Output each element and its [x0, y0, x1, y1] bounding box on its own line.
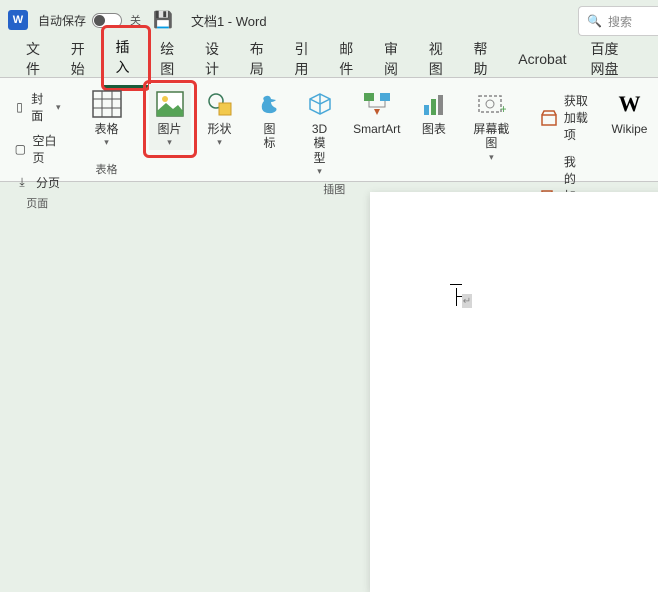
chart-button[interactable]: 图表 [413, 84, 455, 138]
chevron-down-icon: ▾ [317, 166, 322, 177]
chevron-down-icon: ▾ [167, 137, 172, 148]
cover-page-button[interactable]: ▯ 封面 ▾ [10, 88, 65, 126]
picture-icon [154, 88, 186, 120]
chevron-down-icon: ▾ [56, 102, 61, 113]
ribbon: ▯ 封面 ▾ ▢ 空白页 ⤓ 分页 页面 [0, 78, 658, 182]
smartart-button[interactable]: SmartArt [349, 84, 405, 138]
shapes-button[interactable]: 形状 ▾ [199, 84, 241, 150]
screenshot-button[interactable]: + 屏幕截图 ▾ [463, 84, 520, 165]
search-icon: 🔍 [587, 14, 602, 28]
group-addins: 获取加载项 我的加载项 ▾ W Wikipe 加载项 [530, 78, 658, 181]
group-illustrations: 图片 ▾ 形状 ▾ 图 标 3D 模 型 ▾ [139, 78, 530, 181]
autosave-toggle[interactable]: 自动保存 关 [38, 12, 141, 29]
group-pages: ▯ 封面 ▾ ▢ 空白页 ⤓ 分页 页面 [0, 78, 75, 181]
text-cursor [456, 288, 457, 306]
smartart-icon [361, 88, 393, 120]
wikipedia-button[interactable]: W Wikipe [608, 84, 650, 138]
svg-text:+: + [500, 102, 506, 116]
screenshot-icon: + [475, 88, 507, 120]
wikipedia-icon: W [613, 88, 645, 120]
chevron-down-icon: ▾ [489, 152, 494, 163]
chevron-down-icon: ▾ [104, 137, 109, 148]
ribbon-tabs: 文件开始插入绘图设计布局引用邮件审阅视图帮助Acrobat百度网盘 [0, 40, 658, 78]
cube-icon [304, 88, 336, 120]
blank-page-icon: ▢ [14, 141, 26, 157]
document-title: 文档1 - Word [191, 11, 267, 30]
group-label: 表格 [96, 161, 118, 177]
toggle-switch-icon [92, 13, 122, 28]
word-app-icon: W [8, 10, 28, 30]
tab-Acrobat[interactable]: Acrobat [506, 43, 578, 75]
picture-button[interactable]: 图片 ▾ [149, 84, 191, 150]
group-tables: 表格 ▾ 表格 [75, 78, 139, 181]
icons-button[interactable]: 图 标 [249, 84, 291, 153]
paragraph-mark-icon: ↵ [462, 294, 472, 308]
get-addins-button[interactable]: 获取加载项 [540, 92, 595, 143]
document-area[interactable]: ↵ [0, 182, 658, 500]
store-icon [540, 109, 558, 127]
chart-icon [418, 88, 450, 120]
chevron-down-icon: ▾ [217, 137, 222, 148]
cover-page-icon: ▯ [14, 99, 25, 115]
duck-icon [254, 88, 286, 120]
document-page[interactable]: ↵ [370, 192, 658, 592]
blank-page-button[interactable]: ▢ 空白页 [10, 130, 65, 168]
3d-model-button[interactable]: 3D 模 型 ▾ [299, 84, 341, 179]
table-icon [91, 88, 123, 120]
shapes-icon [204, 88, 236, 120]
table-button[interactable]: 表格 ▾ [85, 84, 129, 150]
save-icon[interactable]: 💾 [153, 10, 173, 30]
